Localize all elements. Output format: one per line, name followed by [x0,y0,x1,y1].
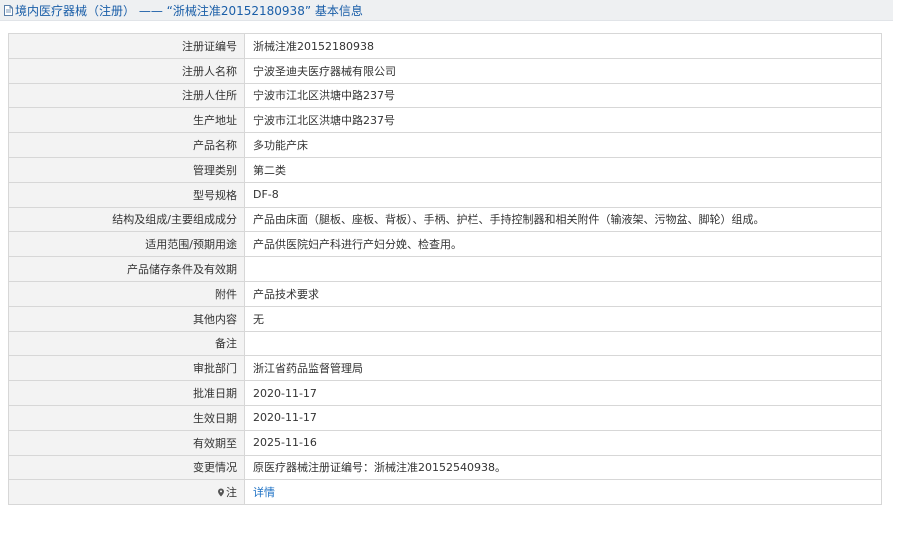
info-row: 产品储存条件及有效期 [8,256,882,282]
field-label: 变更情况 [8,454,245,481]
field-label: 其他内容 [8,305,245,332]
field-label: 附件 [8,280,245,307]
info-row: 注册人住所 宁波市江北区洪塘中路237号 [8,82,882,109]
field-label: 生效日期 [8,404,245,431]
page-header: 境内医疗器械（注册） —— “浙械注准20152180938” 基本信息 [0,0,893,21]
field-label: 注册证编号 [8,33,245,59]
field-value: 2020-11-17 [244,380,882,406]
field-value: 浙械注准20152180938 [244,33,882,59]
field-label: 管理类别 [8,156,245,183]
field-value: 宁波市江北区洪塘中路237号 [244,82,882,109]
info-row: 附件 产品技术要求 [8,280,882,307]
page-title: 境内医疗器械（注册） —— “浙械注准20152180938” 基本信息 [15,3,363,18]
document-icon [4,4,13,16]
field-label: 生产地址 [8,107,245,134]
info-row: 生效日期 2020-11-17 [8,404,882,431]
field-value [244,256,882,282]
field-value: 浙江省药品监督管理局 [244,355,882,382]
info-row: 有效期至 2025-11-16 [8,429,882,456]
note-row: 注 详情 [8,479,882,506]
field-value: 产品由床面（腿板、座板、背板）、手柄、护栏、手持控制器和相关附件（输液架、污物盆… [244,206,882,233]
field-value: 宁波市江北区洪塘中路237号 [244,107,882,134]
details-link[interactable]: 详情 [253,486,275,499]
field-value: DF-8 [244,181,882,208]
info-row: 产品名称 多功能产床 [8,132,882,158]
field-value: 第二类 [244,156,882,183]
info-row: 批准日期 2020-11-17 [8,380,882,406]
field-label: 备注 [8,330,245,357]
field-value: 产品供医院妇产科进行产妇分娩、检查用。 [244,231,882,258]
field-value: 2020-11-17 [244,404,882,431]
field-label: 产品储存条件及有效期 [8,256,245,282]
info-row: 适用范围/预期用途 产品供医院妇产科进行产妇分娩、检查用。 [8,231,882,258]
info-row: 管理类别 第二类 [8,156,882,183]
info-row: 结构及组成/主要组成成分 产品由床面（腿板、座板、背板）、手柄、护栏、手持控制器和… [8,206,882,233]
info-row: 型号规格 DF-8 [8,181,882,208]
info-row: 变更情况 原医疗器械注册证编号：浙械注准20152540938。 [8,454,882,481]
info-row: 备注 [8,330,882,357]
note-label: 注 [226,486,237,500]
info-row: 注册人名称 宁波圣迪夫医疗器械有限公司 [8,57,882,84]
note-label-cell: 注 [8,479,245,506]
info-row: 生产地址 宁波市江北区洪塘中路237号 [8,107,882,134]
field-label: 适用范围/预期用途 [8,231,245,258]
info-row: 其他内容无 [8,305,882,332]
field-value: 产品技术要求 [244,280,882,307]
field-label: 审批部门 [8,355,245,382]
field-value: 无 [244,305,882,332]
field-label: 注册人名称 [8,57,245,84]
field-value [244,330,882,357]
basic-info-table: 注册证编号 浙械注准20152180938 注册人名称 宁波圣迪夫医疗器械有限公司 注册… [8,33,882,506]
field-label: 有效期至 [8,429,245,456]
field-label: 产品名称 [8,132,245,158]
info-row: 注册证编号 浙械注准20152180938 [8,33,882,59]
note-value-cell: 详情 [244,479,882,506]
field-label: 批准日期 [8,380,245,406]
pin-icon [217,487,225,497]
field-value: 2025-11-16 [244,429,882,456]
info-row: 审批部门 浙江省药品监督管理局 [8,355,882,382]
field-label: 型号规格 [8,181,245,208]
field-label: 结构及组成/主要组成成分 [8,206,245,233]
field-value: 宁波圣迪夫医疗器械有限公司 [244,57,882,84]
field-label: 注册人住所 [8,82,245,109]
field-value: 多功能产床 [244,132,882,158]
field-value: 原医疗器械注册证编号：浙械注准20152540938。 [244,454,882,481]
